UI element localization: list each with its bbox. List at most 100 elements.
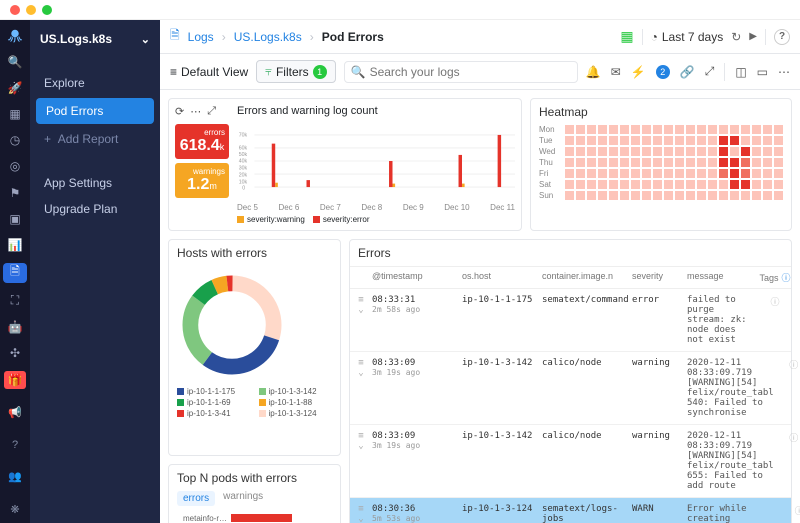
main: 🗎 Logs › US.Logs.k8s › Pod Errors ▦ ◔ La… [160, 20, 800, 523]
row-info-icon[interactable]: ⓘ [783, 504, 800, 523]
more-icon[interactable]: ⋯ [778, 65, 790, 79]
errors-table-card: Errors @timestamp os.host container.imag… [349, 239, 792, 523]
table-row[interactable]: ≡⌄ 08:33:312m 58s ago ip-10-1-1-175semat… [350, 289, 791, 352]
search-icon[interactable]: 🔍 [5, 54, 25, 70]
svg-text:30k: 30k [239, 166, 248, 172]
default-view-selector[interactable]: ≡ Default View [170, 65, 248, 79]
hosts-donut-chart [177, 270, 287, 380]
search-input-wrapper[interactable]: 🔍 [344, 61, 578, 83]
play-icon[interactable]: ▶ [749, 31, 757, 42]
announce-icon[interactable]: 📢 [5, 405, 25, 421]
svg-text:0: 0 [242, 186, 245, 192]
scan-icon[interactable]: ⛶ [5, 293, 25, 309]
time-picker[interactable]: ◔ Last 7 days [651, 30, 724, 44]
heatmap-card: Heatmap MonTueWedThuFriSatSun [530, 98, 792, 231]
toolbar: ≡ Default View ⫧ Filters 1 🔍 🔔 ✉ ⚡ 2 🔗 ⤢ [160, 54, 800, 90]
tab-warnings[interactable]: warnings [223, 491, 263, 506]
help-icon[interactable]: ? [774, 29, 790, 45]
gift-icon[interactable]: 🎁 [4, 371, 26, 389]
table-row[interactable]: ≡⌄ 08:33:093m 19s ago ip-10-1-3-142calic… [350, 425, 791, 498]
row-info-icon[interactable]: ⓘ [778, 358, 800, 418]
sidebar-item-upgrade-plan[interactable]: Upgrade Plan [30, 196, 160, 222]
sidebar-item-pod-errors[interactable]: Pod Errors [36, 98, 154, 124]
apps-icon[interactable]: ▦ [5, 106, 25, 122]
errors-table-body: ≡⌄ 08:33:312m 58s ago ip-10-1-1-175semat… [350, 289, 791, 523]
breadcrumb-sep: › [222, 30, 226, 44]
fullscreen-icon[interactable]: ⤢ [207, 105, 216, 118]
expand-row-icon[interactable]: ≡⌄ [350, 295, 372, 345]
filters-button[interactable]: ⫧ Filters 1 [256, 60, 335, 83]
grid-view-icon[interactable]: ▦ [620, 28, 633, 45]
sidebar: US.Logs.k8s ⌄ Explore Pod Errors + Add R… [30, 20, 160, 523]
menu-icon: ≡ [170, 65, 177, 79]
row-info-icon[interactable]: ⓘ [759, 295, 791, 345]
layout-icon[interactable]: ◫ [735, 65, 746, 79]
refresh-loop-icon[interactable]: ↻ [731, 30, 741, 44]
chart-title: Errors and warning log count [237, 105, 515, 117]
sidebar-item-app-settings[interactable]: App Settings [30, 170, 160, 196]
chart-legend: severity:warning severity:error [237, 215, 515, 224]
svg-text:50k: 50k [239, 152, 248, 158]
incident-icon[interactable]: ⚡ [631, 65, 646, 79]
file-icon: 🗎 [170, 26, 180, 47]
breadcrumb-root[interactable]: Logs [188, 30, 214, 44]
pods-bar-chart: metainfo-r…infra-cons…logs-token…tag-ali… [177, 514, 332, 523]
clock-icon[interactable]: ◷ [5, 132, 25, 148]
heatmap-title: Heatmap [539, 105, 783, 119]
chevron-down-icon: ⌄ [141, 33, 150, 46]
row-info-icon[interactable]: ⓘ [778, 431, 800, 491]
settings-icon[interactable]: ✣ [5, 345, 25, 361]
bell-icon[interactable]: 🔔 [586, 65, 601, 79]
dashboard-icon[interactable]: ▣ [5, 211, 25, 227]
refresh-icon[interactable]: ⟳ [175, 105, 184, 118]
errors-table-header: @timestamp os.host container.image.n sev… [350, 267, 791, 289]
pods-tabs: errors warnings [177, 491, 332, 506]
info-icon[interactable]: ⓘ [782, 271, 791, 284]
close-window-icon[interactable] [10, 5, 20, 15]
sidebar-item-explore[interactable]: Explore [30, 70, 160, 96]
tab-errors[interactable]: errors [177, 491, 215, 506]
logs-icon[interactable]: 🗎 [3, 263, 27, 283]
errors-title: Errors [350, 240, 791, 267]
breadcrumb-app[interactable]: US.Logs.k8s [234, 30, 302, 44]
expand-icon[interactable]: ⤢ [705, 64, 715, 79]
expand-row-icon[interactable]: ≡⌄ [350, 504, 372, 523]
flag-icon[interactable]: ⚑ [5, 184, 25, 200]
hosts-legend: ip-10-1-1-175ip-10-1-3-142ip-10-1-1-69ip… [177, 387, 332, 418]
incident-count-badge: 2 [656, 65, 670, 79]
svg-text:40k: 40k [239, 159, 248, 165]
link-icon[interactable]: 🔗 [680, 65, 695, 79]
x-axis-labels: Dec 5Dec 6 Dec 7Dec 8 Dec 9Dec 10 Dec 11 [237, 203, 515, 212]
sidebar-app-selector[interactable]: US.Logs.k8s ⌄ [30, 26, 160, 52]
table-row[interactable]: ≡⌄ 08:33:093m 19s ago ip-10-1-3-142calic… [350, 352, 791, 425]
mail-icon[interactable]: ✉ [611, 65, 621, 79]
minimize-window-icon[interactable] [26, 5, 36, 15]
app-logo-icon[interactable] [5, 26, 25, 44]
panel-icon[interactable]: ▭ [757, 65, 768, 79]
filter-icon: ⫧ [265, 64, 272, 79]
svg-text:70k: 70k [239, 133, 248, 139]
content: ⟳ ⋯ ⤢ errors 618.4k warnings 1.2m Errors… [160, 90, 800, 523]
org-icon[interactable]: ❋ [5, 501, 25, 517]
expand-row-icon[interactable]: ≡⌄ [350, 358, 372, 418]
more-icon[interactable]: ⋯ [190, 105, 201, 118]
robot-icon[interactable]: 🤖 [5, 319, 25, 335]
search-input[interactable] [370, 65, 571, 79]
target-icon[interactable]: ◎ [5, 158, 25, 174]
heatmap-grid: MonTueWedThuFriSatSun [539, 125, 783, 200]
chart-icon[interactable]: 📊 [5, 237, 25, 253]
users-icon[interactable]: 👥 [5, 469, 25, 485]
svg-text:10k: 10k [239, 180, 248, 186]
toolbar-actions: 🔔 ✉ ⚡ 2 🔗 ⤢ ◫ ▭ ⋯ [586, 63, 790, 81]
help-icon[interactable]: ? [5, 437, 25, 453]
hosts-card: Hosts with errors ip-10-1-1-175ip-10-1-3… [168, 239, 341, 456]
warnings-metric: warnings 1.2m [175, 163, 229, 198]
sidebar-item-add-report[interactable]: + Add Report [30, 126, 160, 152]
expand-row-icon[interactable]: ≡⌄ [350, 431, 372, 491]
filters-count-badge: 1 [313, 65, 327, 79]
hosts-title: Hosts with errors [177, 246, 332, 260]
rocket-icon[interactable]: 🚀 [5, 80, 25, 96]
maximize-window-icon[interactable] [42, 5, 52, 15]
breadcrumb-sep: › [310, 30, 314, 44]
table-row[interactable]: ≡⌄ 08:30:365m 53s ago ip-10-1-3-124semat… [350, 498, 791, 523]
